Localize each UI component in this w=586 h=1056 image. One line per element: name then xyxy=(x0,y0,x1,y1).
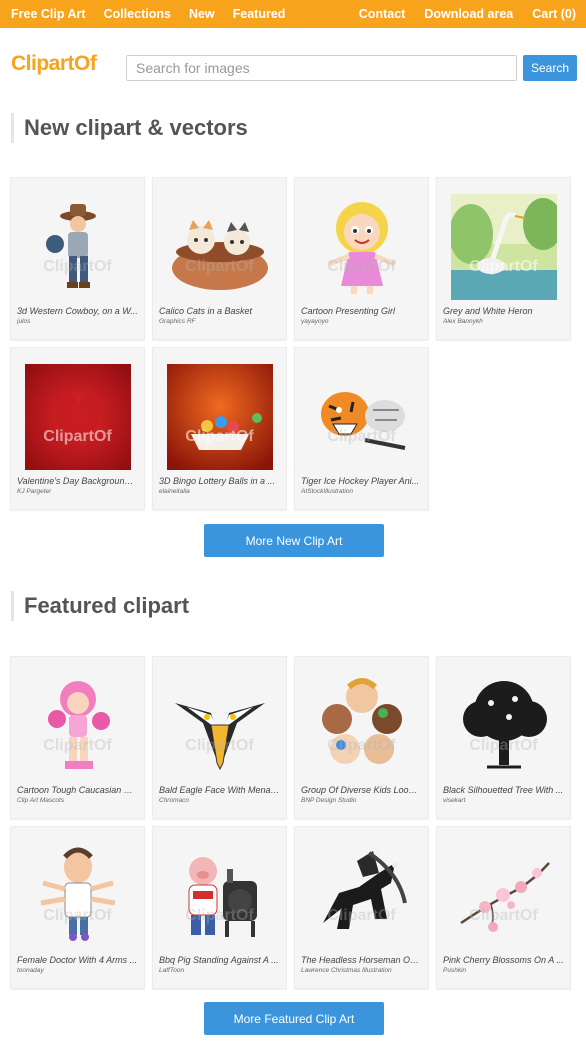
kids-illustration xyxy=(309,673,415,779)
clipart-title[interactable]: Bbq Pig Standing Against A ... xyxy=(159,955,280,965)
clipart-card[interactable]: ClipartOf Female Doctor With 4 Arms ... to… xyxy=(10,826,145,989)
more-featured-clip-art-button[interactable]: More Featured Clip Art xyxy=(204,1002,384,1035)
clipart-title[interactable]: Female Doctor With 4 Arms ... xyxy=(17,955,138,965)
clipart-title[interactable]: Cartoon Presenting Girl xyxy=(301,306,422,316)
nav-link-collections[interactable]: Collections xyxy=(104,7,171,21)
clipart-title[interactable]: Pink Cherry Blossoms On A ... xyxy=(443,955,564,965)
nav-link-new[interactable]: New xyxy=(189,7,215,21)
clipart-author[interactable]: Graphics RF xyxy=(159,318,280,325)
more-new-clip-art-button[interactable]: More New Clip Art xyxy=(204,524,384,557)
clipart-author[interactable]: Clip Art Mascots xyxy=(17,797,138,804)
pig-illustration xyxy=(167,843,273,949)
clipart-thumbnail[interactable]: ClipartOf xyxy=(301,193,422,300)
clipart-thumbnail[interactable]: ClipartOf xyxy=(159,672,280,779)
clipart-title[interactable]: 3D Bingo Lottery Balls in a ... xyxy=(159,476,280,486)
tree-illustration xyxy=(451,673,557,779)
clipart-author[interactable]: Lawrence Christmas Illustration xyxy=(301,967,422,974)
cowboy-illustration xyxy=(25,194,131,300)
clipart-card[interactable]: ClipartOf Cartoon Tough Caucasian W... Cli… xyxy=(10,656,145,819)
clipart-author[interactable]: julos xyxy=(17,318,138,325)
clipart-author[interactable]: Alex Bannykh xyxy=(443,318,564,325)
clipart-card[interactable]: ClipartOf Valentine's Day Background ... K… xyxy=(10,347,145,510)
search-input[interactable] xyxy=(126,55,517,81)
clipart-title[interactable]: Black Silhouetted Tree With ... xyxy=(443,785,564,795)
nav-link-contact[interactable]: Contact xyxy=(359,7,406,21)
top-nav-left: Free Clip Art Collections New Featured xyxy=(11,7,303,21)
clipart-author[interactable]: BNP Design Studio xyxy=(301,797,422,804)
clipart-title[interactable]: Calico Cats in a Basket xyxy=(159,306,280,316)
clipart-thumbnail[interactable]: ClipartOf xyxy=(301,363,422,470)
clipart-author[interactable]: yayayoyo xyxy=(301,318,422,325)
girl-illustration xyxy=(309,194,415,300)
clipart-author[interactable]: KJ Pargeter xyxy=(17,488,138,495)
clipart-thumbnail[interactable]: ClipartOf xyxy=(17,363,138,470)
clipart-card[interactable]: ClipartOf Tiger Ice Hockey Player Ani... A… xyxy=(294,347,429,510)
new-clipart-grid: ClipartOf 3d Western Cowboy, on a W... jul… xyxy=(10,177,571,510)
clipart-thumbnail[interactable]: ClipartOf xyxy=(443,193,564,300)
clipart-author[interactable]: LaffToon xyxy=(159,967,280,974)
top-nav-right: Contact Download area Cart (0) xyxy=(340,7,576,21)
clipart-author[interactable]: Chromaco xyxy=(159,797,280,804)
nav-link-download-area[interactable]: Download area xyxy=(424,7,513,21)
nav-link-free-clip-art[interactable]: Free Clip Art xyxy=(11,7,86,21)
clipart-author[interactable]: toonaday xyxy=(17,967,138,974)
clipart-thumbnail[interactable]: ClipartOf xyxy=(443,842,564,949)
clipart-title[interactable]: Valentine's Day Background ... xyxy=(17,476,138,486)
boxer-illustration xyxy=(25,673,131,779)
site-header: ClipartOf Search xyxy=(11,53,577,82)
clipart-thumbnail[interactable]: ClipartOf xyxy=(159,193,280,300)
eagle-illustration xyxy=(167,673,273,779)
clipart-title[interactable]: Bald Eagle Face With Menac... xyxy=(159,785,280,795)
blossoms-illustration xyxy=(451,843,557,949)
heron-illustration xyxy=(448,193,563,300)
clipart-thumbnail[interactable]: ClipartOf xyxy=(17,842,138,949)
horseman-illustration xyxy=(309,843,415,949)
clipart-thumbnail[interactable]: ClipartOf xyxy=(301,672,422,779)
clipart-card[interactable]: ClipartOf 3D Bingo Lottery Balls in a ...… xyxy=(152,347,287,510)
valentine-illustration xyxy=(24,363,131,470)
section-title-featured: Featured clipart xyxy=(11,591,189,621)
clipart-card[interactable]: ClipartOf Cartoon Presenting Girl yayayoyo xyxy=(294,177,429,340)
clipart-card[interactable]: ClipartOf Pink Cherry Blossoms On A ... Pu… xyxy=(436,826,571,989)
clipart-author[interactable]: visekart xyxy=(443,797,564,804)
search-button[interactable]: Search xyxy=(523,55,577,81)
top-navigation-bar: Free Clip Art Collections New Featured C… xyxy=(0,0,586,28)
clipart-card[interactable]: ClipartOf 3d Western Cowboy, on a W... jul… xyxy=(10,177,145,340)
clipart-title[interactable]: Cartoon Tough Caucasian W... xyxy=(17,785,138,795)
clipart-thumbnail[interactable]: ClipartOf xyxy=(17,672,138,779)
clipart-thumbnail[interactable]: ClipartOf xyxy=(301,842,422,949)
clipart-thumbnail[interactable]: ClipartOf xyxy=(443,672,564,779)
clipart-thumbnail[interactable]: ClipartOf xyxy=(17,193,138,300)
clipart-author[interactable]: Pushkin xyxy=(443,967,564,974)
clipart-thumbnail[interactable]: ClipartOf xyxy=(159,842,280,949)
clipart-title[interactable]: Grey and White Heron xyxy=(443,306,564,316)
clipart-card[interactable]: ClipartOf Bbq Pig Standing Against A ... L… xyxy=(152,826,287,989)
clipart-card[interactable]: ClipartOf Calico Cats in a Basket Graphics… xyxy=(152,177,287,340)
featured-clipart-grid: ClipartOf Cartoon Tough Caucasian W... Cli… xyxy=(10,656,571,989)
clipart-card[interactable]: ClipartOf Bald Eagle Face With Menac... Ch… xyxy=(152,656,287,819)
clipart-card[interactable]: ClipartOf Group Of Diverse Kids Looki... B… xyxy=(294,656,429,819)
clipart-title[interactable]: Tiger Ice Hockey Player Ani... xyxy=(301,476,422,486)
nav-link-cart[interactable]: Cart (0) xyxy=(532,7,576,21)
doctor-illustration xyxy=(25,843,131,949)
clipart-author[interactable]: elaineitalia xyxy=(159,488,280,495)
clipart-author[interactable]: AtStockIllustration xyxy=(301,488,422,495)
nav-link-featured[interactable]: Featured xyxy=(233,7,286,21)
clipart-title[interactable]: Group Of Diverse Kids Looki... xyxy=(301,785,422,795)
clipart-card[interactable]: ClipartOf Black Silhouetted Tree With ...… xyxy=(436,656,571,819)
site-logo[interactable]: ClipartOf xyxy=(11,53,97,74)
tiger-illustration xyxy=(309,364,415,470)
clipart-title[interactable]: 3d Western Cowboy, on a W... xyxy=(17,306,138,316)
cats-illustration xyxy=(167,194,273,300)
clipart-title[interactable]: The Headless Horseman On... xyxy=(301,955,422,965)
clipart-card[interactable]: ClipartOf Grey and White Heron Alex Bannyk… xyxy=(436,177,571,340)
clipart-thumbnail[interactable]: ClipartOf xyxy=(159,363,280,470)
bingo-illustration xyxy=(166,363,273,470)
clipart-card[interactable]: ClipartOf The Headless Horseman On... Lawr… xyxy=(294,826,429,989)
section-title-new: New clipart & vectors xyxy=(11,113,248,143)
